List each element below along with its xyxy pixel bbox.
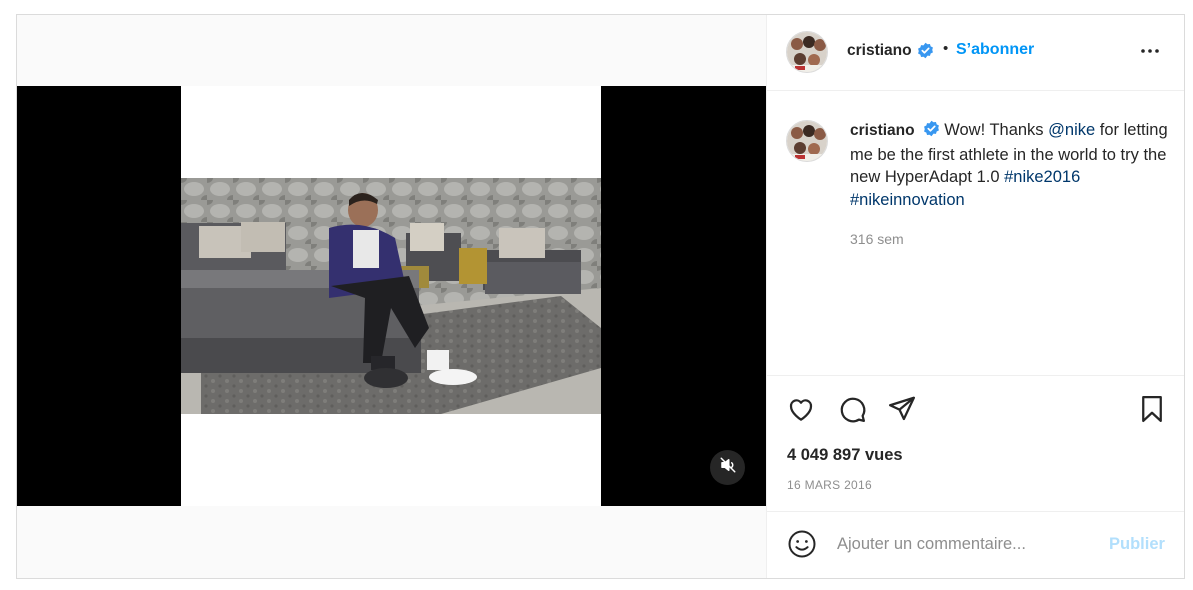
views-count[interactable]: 4 049 897 vues: [787, 446, 903, 465]
caption-username[interactable]: cristiano: [850, 122, 915, 139]
follow-button[interactable]: S’abonner: [956, 41, 1034, 59]
caption-section: cristiano Wow! Thanks @nike for letting …: [767, 91, 1184, 376]
more-horizontal-icon[interactable]: [1138, 39, 1162, 68]
post-dialog: cristiano • S’abonner cristiano Wow! Tha…: [16, 14, 1185, 579]
bookmark-icon[interactable]: [1137, 394, 1167, 429]
caption-text: cristiano Wow! Thanks @nike for letting …: [850, 119, 1170, 211]
emoji-icon[interactable]: [787, 529, 817, 564]
volume-muted-icon: [719, 456, 737, 479]
verified-badge-icon: [917, 42, 934, 64]
mute-button[interactable]: [710, 450, 745, 485]
publish-button[interactable]: Publier: [1109, 535, 1165, 554]
mention-link[interactable]: @nike: [1048, 121, 1095, 139]
caption-text-start: Wow! Thanks: [944, 121, 1044, 139]
action-bar: 4 049 897 vues 16 MARS 2016: [767, 375, 1184, 511]
video-thumbnail[interactable]: [181, 178, 601, 414]
comment-bar: Publier: [767, 511, 1184, 578]
comment-icon[interactable]: [837, 394, 867, 429]
caption-time[interactable]: 316 sem: [850, 231, 904, 247]
post-date[interactable]: 16 MARS 2016: [787, 478, 872, 492]
comment-input[interactable]: [837, 532, 1097, 556]
post-header: cristiano • S’abonner: [767, 15, 1184, 91]
username[interactable]: cristiano: [847, 42, 912, 60]
media-area: [17, 15, 766, 578]
send-icon[interactable]: [887, 394, 917, 429]
video-frame: [181, 86, 601, 506]
hashtag-link[interactable]: #nikeinnovation: [850, 191, 965, 209]
verified-badge-icon: [923, 120, 940, 144]
post-side-panel: cristiano • S’abonner cristiano Wow! Tha…: [766, 15, 1184, 578]
video-player[interactable]: [17, 86, 766, 506]
heart-icon[interactable]: [786, 394, 816, 429]
avatar[interactable]: [786, 31, 828, 73]
separator-dot: •: [943, 40, 949, 57]
hashtag-link[interactable]: #nike2016: [1004, 168, 1080, 186]
caption-avatar[interactable]: [786, 120, 828, 162]
